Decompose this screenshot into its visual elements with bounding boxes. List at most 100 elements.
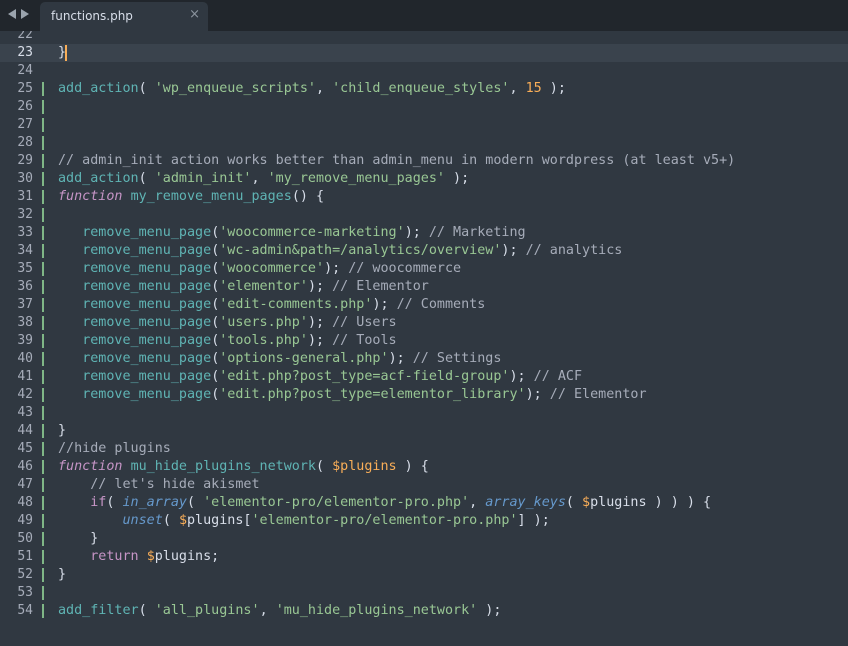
code-line[interactable]: 51 return $plugins; xyxy=(0,548,848,566)
modified-line-marker xyxy=(42,478,44,492)
code-line[interactable]: 44} xyxy=(0,422,848,440)
code-token: 'users.php' xyxy=(219,315,308,330)
code-line[interactable]: 54 add_filter( 'all_plugins', 'mu_hide_pl… xyxy=(0,602,848,620)
code-line[interactable]: 34 remove_menu_page('wc-admin&path=/anal… xyxy=(0,242,848,260)
code-line[interactable]: 24 xyxy=(0,62,848,80)
code-line[interactable]: 45 //hide plugins xyxy=(0,440,848,458)
code-line[interactable]: 23} xyxy=(0,44,848,62)
tab-bar: functions.php × xyxy=(0,0,848,31)
line-text: remove_menu_page('edit.php?post_type=acf… xyxy=(58,368,582,386)
code-token: 'my_remove_menu_pages' xyxy=(267,171,445,186)
line-text: remove_menu_page('users.php'); // Users xyxy=(58,314,397,332)
code-token: ); xyxy=(307,279,333,294)
modified-line-marker xyxy=(42,316,44,330)
code-token: , xyxy=(509,81,526,96)
code-token: ( xyxy=(316,459,333,474)
code-line[interactable]: 30 add_action( 'admin_init', 'my_remove_m… xyxy=(0,170,848,188)
code-editor[interactable]: 22 23} 24 25 add_action( 'wp_enqueue_scripts… xyxy=(0,31,848,646)
arrow-right-icon[interactable] xyxy=(21,9,29,19)
line-number: 22 xyxy=(17,31,33,42)
arrow-left-icon[interactable] xyxy=(8,9,16,19)
code-token: ); xyxy=(541,81,566,96)
line-number: 35 xyxy=(17,261,33,276)
code-line[interactable]: 36 remove_menu_page('elementor'); // Ele… xyxy=(0,278,848,296)
code-token: // Users xyxy=(332,315,397,330)
line-number: 48 xyxy=(17,495,33,510)
modified-line-marker xyxy=(42,550,44,564)
line-text: //hide plugins xyxy=(58,440,171,458)
code-token: 'wc-admin&path=/analytics/overview' xyxy=(219,243,502,258)
code-line[interactable]: 26 xyxy=(0,98,848,116)
code-token: // admin_init action works better than a… xyxy=(58,153,736,168)
line-number: 25 xyxy=(17,81,33,96)
code-token: , xyxy=(469,495,486,510)
line-number: 43 xyxy=(17,405,33,420)
code-line[interactable]: 29 // admin_init action works better than… xyxy=(0,152,848,170)
code-line[interactable]: 32 xyxy=(0,206,848,224)
code-line[interactable]: 35 remove_menu_page('woocommerce'); // w… xyxy=(0,260,848,278)
line-text: add_filter( 'all_plugins', 'mu_hide_plug… xyxy=(58,602,501,620)
code-line[interactable]: 47 // let's hide akismet xyxy=(0,476,848,494)
code-line[interactable]: 31 function my_remove_menu_pages() { xyxy=(0,188,848,206)
code-token: // Marketing xyxy=(428,225,526,240)
line-number: 29 xyxy=(17,153,33,168)
code-line[interactable]: 28 xyxy=(0,134,848,152)
code-line[interactable]: 50 } xyxy=(0,530,848,548)
code-token: ); xyxy=(445,171,470,186)
line-text: remove_menu_page('woocommerce-marketing'… xyxy=(58,224,526,242)
code-token: 'child_enqueue_styles' xyxy=(332,81,510,96)
code-token: remove_menu_page xyxy=(82,297,212,312)
tab-functions-php[interactable]: functions.php × xyxy=(40,2,208,31)
code-token: remove_menu_page xyxy=(82,225,212,240)
modified-line-marker xyxy=(42,424,44,438)
code-line[interactable]: 27 xyxy=(0,116,848,134)
modified-line-marker xyxy=(42,586,44,600)
modified-line-marker xyxy=(42,352,44,366)
code-line[interactable]: 39 remove_menu_page('tools.php'); // Too… xyxy=(0,332,848,350)
code-token: ( xyxy=(138,171,155,186)
line-text: remove_menu_page('elementor'); // Elemen… xyxy=(58,278,429,296)
line-text: remove_menu_page('tools.php'); // Tools xyxy=(58,332,396,350)
code-line[interactable]: 38 remove_menu_page('users.php'); // Use… xyxy=(0,314,848,332)
code-line[interactable]: 25 add_action( 'wp_enqueue_scripts', 'chi… xyxy=(0,80,848,98)
line-text: remove_menu_page('edit.php?post_type=ele… xyxy=(58,386,646,404)
code-line[interactable]: 48 if( in_array( 'elementor-pro/elemento… xyxy=(0,494,848,512)
code-line[interactable]: 53 xyxy=(0,584,848,602)
close-icon[interactable]: × xyxy=(189,8,200,22)
code-line[interactable]: 52} xyxy=(0,566,848,584)
code-line[interactable]: 40 remove_menu_page('options-general.php… xyxy=(0,350,848,368)
code-token: 'elementor-pro/elementor-pro.php' xyxy=(203,495,470,510)
code-token: 'mu_hide_plugins_network' xyxy=(275,603,478,618)
code-line[interactable]: 49 unset( $plugins['elementor-pro/elemen… xyxy=(0,512,848,530)
code-token: 'elementor-pro/elementor-pro.php' xyxy=(251,513,518,528)
code-line[interactable]: 22 xyxy=(0,31,848,44)
modified-line-marker xyxy=(42,532,44,546)
code-line[interactable]: 42 remove_menu_page('edit.php?post_type=… xyxy=(0,386,848,404)
code-token: } xyxy=(58,531,99,546)
code-token: $ xyxy=(146,549,155,564)
line-number: 53 xyxy=(17,585,33,600)
code-area[interactable]: 22 23} 24 25 add_action( 'wp_enqueue_scripts… xyxy=(0,31,848,620)
code-line[interactable]: 37 remove_menu_page('edit-comments.php')… xyxy=(0,296,848,314)
code-line[interactable]: 46 function mu_hide_plugins_network( $plu… xyxy=(0,458,848,476)
line-number: 54 xyxy=(17,603,33,618)
code-line[interactable]: 43 xyxy=(0,404,848,422)
code-token: ); xyxy=(404,225,429,240)
code-line[interactable]: 41 remove_menu_page('edit.php?post_type=… xyxy=(0,368,848,386)
line-number: 28 xyxy=(17,135,33,150)
line-text: } xyxy=(58,422,66,440)
line-number: 27 xyxy=(17,117,33,132)
code-token: remove_menu_page xyxy=(82,333,212,348)
code-token: 'options-general.php' xyxy=(219,351,389,366)
line-number: 33 xyxy=(17,225,33,240)
line-number: 50 xyxy=(17,531,33,546)
code-line[interactable]: 33 remove_menu_page('woocommerce-marketi… xyxy=(0,224,848,242)
line-text: } xyxy=(58,566,66,584)
code-token: $ xyxy=(178,513,187,528)
